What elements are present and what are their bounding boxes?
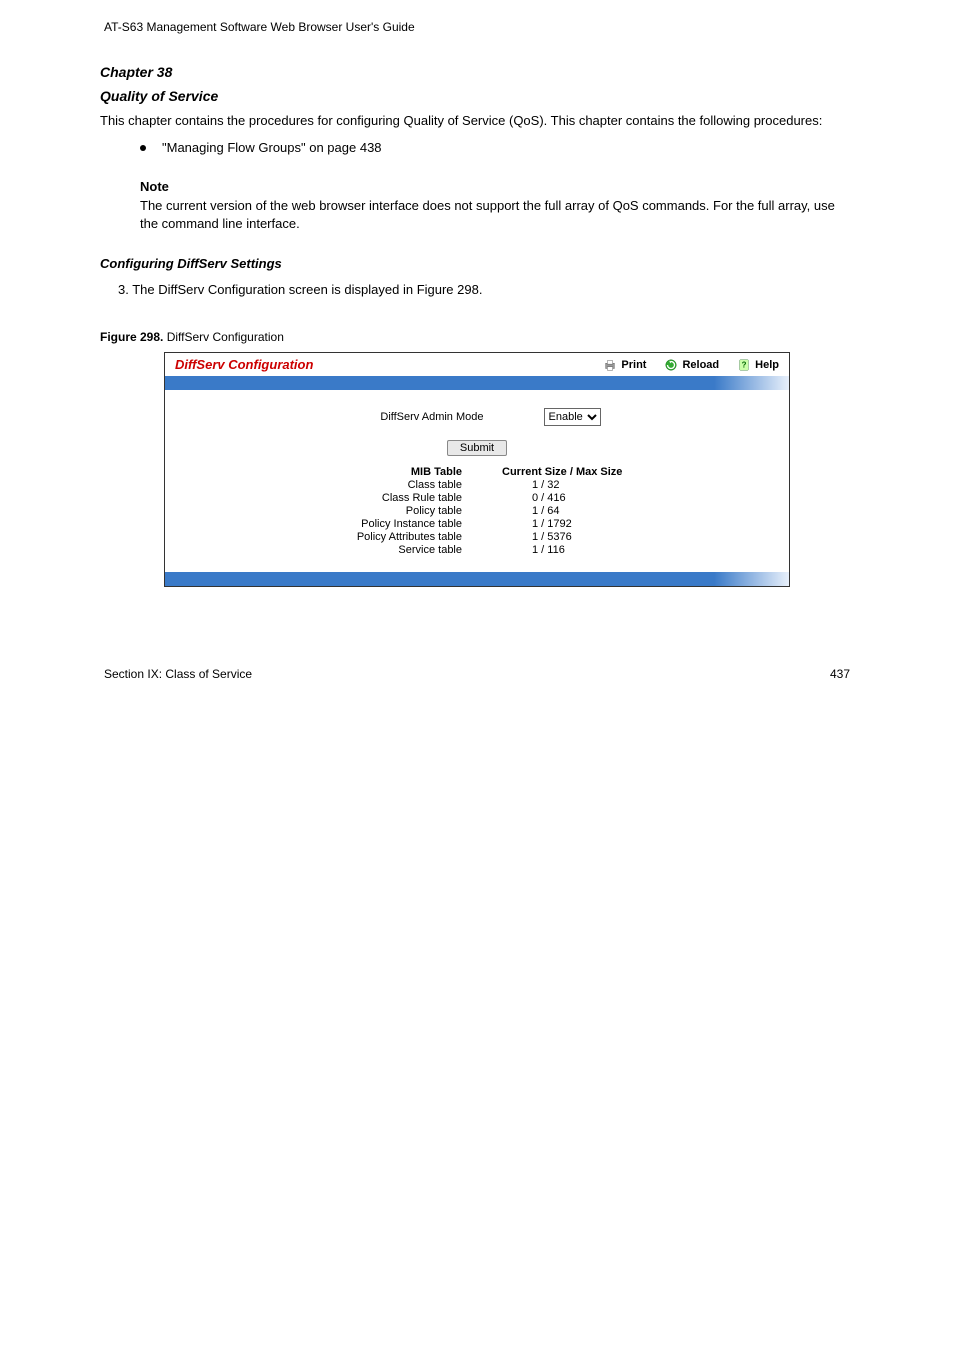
mib-header-right: Current Size / Max Size: [492, 466, 692, 478]
mib-header-left: MIB Table: [262, 466, 492, 478]
reload-link[interactable]: Reload: [664, 358, 719, 372]
admin-mode-label: DiffServ Admin Mode: [354, 411, 484, 423]
reload-label: Reload: [682, 359, 719, 371]
panel-header: DiffServ Configuration Print Reload: [165, 353, 789, 376]
panel-title: DiffServ Configuration: [175, 357, 603, 372]
figure-label: Figure 298.: [100, 330, 163, 344]
reload-icon: [664, 358, 678, 372]
help-icon: ?: [737, 358, 751, 372]
footer-left: Section IX: Class of Service: [104, 667, 252, 681]
bullet-icon: [140, 145, 146, 151]
admin-mode-row: DiffServ Admin Mode Enable: [175, 408, 779, 426]
table-row: Class table: [262, 479, 492, 491]
table-value: 1 / 1792: [492, 518, 692, 530]
table-row: Class Rule table: [262, 492, 492, 504]
config-panel: DiffServ Configuration Print Reload: [164, 352, 790, 587]
note-label: Note: [140, 179, 169, 194]
intro-text: This chapter contains the procedures for…: [100, 112, 854, 131]
print-link[interactable]: Print: [603, 358, 646, 372]
section-title: Configuring DiffServ Settings: [100, 256, 854, 271]
print-label: Print: [621, 359, 646, 371]
print-icon: [603, 358, 617, 372]
figure-caption: DiffServ Configuration: [167, 330, 284, 344]
note-block: Note The current version of the web brow…: [140, 178, 854, 235]
chapter-number: Chapter 38: [100, 64, 854, 80]
table-row: Service table: [262, 544, 492, 556]
admin-mode-select[interactable]: Enable: [544, 408, 601, 426]
help-label: Help: [755, 359, 779, 371]
table-value: 1 / 64: [492, 505, 692, 517]
table-row: Policy table: [262, 505, 492, 517]
separator-bar-top: [165, 376, 789, 390]
footer-right: 437: [830, 667, 850, 681]
submit-button[interactable]: Submit: [447, 440, 507, 456]
panel-body: DiffServ Admin Mode Enable Submit MIB Ta…: [165, 390, 789, 572]
step-body: The DiffServ Configuration screen is dis…: [132, 282, 482, 297]
table-row: Policy Instance table: [262, 518, 492, 530]
table-value: 1 / 116: [492, 544, 692, 556]
step-text: 3. The DiffServ Configuration screen is …: [100, 281, 854, 300]
chapter-name: Quality of Service: [100, 88, 854, 104]
table-value: 1 / 5376: [492, 531, 692, 543]
table-value: 0 / 416: [492, 492, 692, 504]
step-number: 3.: [118, 282, 129, 297]
toc-item: "Managing Flow Groups" on page 438: [140, 139, 854, 158]
table-row: Policy Attributes table: [262, 531, 492, 543]
table-value: 1 / 32: [492, 479, 692, 491]
page-header: AT-S63 Management Software Web Browser U…: [100, 20, 854, 34]
figure-label-row: Figure 298. DiffServ Configuration: [100, 330, 854, 344]
separator-bar-bottom: [165, 572, 789, 586]
header-left: AT-S63 Management Software Web Browser U…: [104, 20, 415, 34]
toc-link[interactable]: "Managing Flow Groups" on page 438: [162, 139, 382, 158]
page-footer: Section IX: Class of Service 437: [100, 667, 854, 681]
note-text: The current version of the web browser i…: [140, 198, 835, 232]
help-link[interactable]: ? Help: [737, 358, 779, 372]
svg-text:?: ?: [742, 360, 747, 369]
mib-table: MIB Table Current Size / Max Size Class …: [175, 466, 779, 556]
panel-links: Print Reload ? Help: [603, 358, 779, 372]
